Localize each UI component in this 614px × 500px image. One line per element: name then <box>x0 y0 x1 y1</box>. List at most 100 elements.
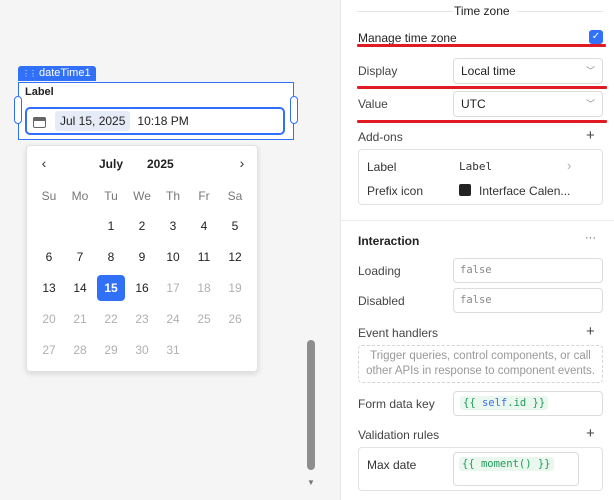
validation-rules-label: Validation rules <box>358 428 440 442</box>
form-data-key-label: Form data key <box>358 397 435 411</box>
display-select[interactable]: Local time ﹀ <box>453 58 603 84</box>
calendar-day[interactable]: 14 <box>66 275 94 301</box>
interface-calendar-icon <box>459 184 471 196</box>
weekday-label: We <box>133 189 151 203</box>
time-segment[interactable]: 10:18 PM <box>137 114 188 128</box>
scroll-down-icon[interactable]: ▼ <box>307 478 315 490</box>
max-date-label: Max date <box>367 458 417 472</box>
max-date-code: {{ moment() }} <box>459 457 554 471</box>
weekday-label: Fr <box>198 189 210 203</box>
addon-label-key: Label <box>367 160 397 174</box>
weekday-label: Th <box>165 189 180 203</box>
resize-handle-left[interactable] <box>14 96 22 124</box>
calendar-day[interactable]: 16 <box>128 275 156 301</box>
drag-grip-icon[interactable]: ⋮⋮ <box>22 66 37 81</box>
calendar-month[interactable]: July <box>99 157 123 171</box>
section-divider <box>341 220 614 221</box>
calendar-day[interactable]: 13 <box>35 275 63 301</box>
calendar-day[interactable]: 2 <box>128 213 156 239</box>
canvas-scrollbar-thumb[interactable] <box>307 340 315 470</box>
calendar-day[interactable]: 21 <box>66 306 94 332</box>
calendar-icon <box>33 115 47 128</box>
loading-label: Loading <box>358 264 401 278</box>
addon-prefix-value[interactable]: Interface Calen... <box>479 184 570 198</box>
disabled-input[interactable]: false <box>453 288 603 313</box>
weekday-label: Tu <box>104 189 118 203</box>
calendar-day[interactable]: 30 <box>128 337 156 363</box>
calendar-day[interactable]: 9 <box>128 244 156 270</box>
date-segment[interactable]: Jul 15, 2025 <box>55 111 131 131</box>
calendar-day[interactable]: 4 <box>190 213 218 239</box>
calendar-day[interactable]: 18 <box>190 275 218 301</box>
calendar-day[interactable]: 25 <box>190 306 218 332</box>
calendar-day[interactable]: 17 <box>159 275 187 301</box>
annotation-underline <box>357 120 607 123</box>
section-divider-left <box>357 11 453 12</box>
calendar-day[interactable]: 12 <box>221 244 249 270</box>
app-canvas: ⋮⋮ dateTime1 Label Jul 15, 2025 10:18 PM… <box>0 0 320 500</box>
manage-timezone-checkbox[interactable]: ✓ <box>589 30 603 44</box>
datetime-field-label: Label <box>25 86 54 98</box>
addons-box: Label Label › Prefix icon Interface Cale… <box>358 149 603 205</box>
more-options-icon[interactable]: ··· <box>585 232 596 244</box>
calendar-day[interactable]: 28 <box>66 337 94 363</box>
calendar-day[interactable]: 24 <box>159 306 187 332</box>
display-select-value: Local time <box>461 64 516 78</box>
form-data-key-input[interactable]: {{ self.id }} <box>453 391 603 416</box>
weekday-label: Mo <box>71 189 89 203</box>
calendar-day[interactable]: 10 <box>159 244 187 270</box>
max-date-input[interactable]: {{ moment() }} <box>453 452 579 486</box>
calendar-day[interactable]: 11 <box>190 244 218 270</box>
inspector-panel: Time zone Manage time zone ✓ Display Loc… <box>340 0 614 500</box>
chevron-right-icon[interactable]: › <box>567 158 571 173</box>
calendar-popup: ‹ July 2025 › Su Mo Tu We Th Fr Sa 1 2 3 4 5 6 7 8 9 10… <box>26 145 258 372</box>
chevron-down-icon: ﹀ <box>585 99 595 109</box>
calendar-day[interactable]: 19 <box>221 275 249 301</box>
section-divider-right <box>517 11 603 12</box>
annotation-underline <box>357 86 607 89</box>
weekday-label: Su <box>41 189 57 203</box>
calendar-day[interactable]: 27 <box>35 337 63 363</box>
manage-timezone-label: Manage time zone <box>358 31 457 45</box>
validation-rule-box: Max date {{ moment() }} <box>358 447 603 491</box>
value-select[interactable]: UTC ﹀ <box>453 91 603 117</box>
calendar-day[interactable]: 31 <box>159 337 187 363</box>
interaction-section-title: Interaction <box>358 234 420 248</box>
chevron-down-icon: ﹀ <box>585 66 595 76</box>
event-handlers-empty[interactable]: Trigger queries, control components, or … <box>358 345 603 383</box>
add-event-handler-icon[interactable]: + <box>586 323 595 340</box>
calendar-day[interactable]: 5 <box>221 213 249 239</box>
value-select-value: UTC <box>461 97 486 111</box>
calendar-day[interactable]: 8 <box>97 244 125 270</box>
timezone-section-title: Time zone <box>454 4 510 18</box>
loading-input[interactable]: false <box>453 258 603 283</box>
calendar-day-selected[interactable]: 15 <box>97 275 125 301</box>
annotation-underline <box>357 44 606 47</box>
prev-month-button[interactable]: ‹ <box>35 154 53 172</box>
calendar-day[interactable]: 29 <box>97 337 125 363</box>
disabled-label: Disabled <box>358 294 405 308</box>
calendar-day[interactable]: 20 <box>35 306 63 332</box>
form-data-key-code: {{ self.id }} <box>460 396 549 410</box>
calendar-day[interactable]: 1 <box>97 213 125 239</box>
calendar-day[interactable]: 22 <box>97 306 125 332</box>
add-validation-rule-icon[interactable]: + <box>586 425 595 442</box>
calendar-year[interactable]: 2025 <box>147 157 174 171</box>
component-name-tag[interactable]: ⋮⋮ dateTime1 <box>18 66 96 81</box>
value-label: Value <box>358 97 388 111</box>
datetime-input[interactable]: Jul 15, 2025 10:18 PM <box>25 107 285 135</box>
resize-handle-right[interactable] <box>290 96 298 124</box>
calendar-day[interactable]: 6 <box>35 244 63 270</box>
calendar-day[interactable]: 26 <box>221 306 249 332</box>
calendar-day[interactable]: 23 <box>128 306 156 332</box>
display-label: Display <box>358 64 398 78</box>
calendar-day[interactable]: 7 <box>66 244 94 270</box>
weekday-label: Sa <box>227 189 243 203</box>
next-month-button[interactable]: › <box>233 154 251 172</box>
event-handlers-label: Event handlers <box>358 326 439 340</box>
addon-prefix-key: Prefix icon <box>367 184 424 198</box>
add-addon-icon[interactable]: + <box>586 127 595 144</box>
addon-label-value[interactable]: Label <box>459 160 492 173</box>
calendar-day[interactable]: 3 <box>159 213 187 239</box>
component-name: dateTime1 <box>39 67 91 79</box>
